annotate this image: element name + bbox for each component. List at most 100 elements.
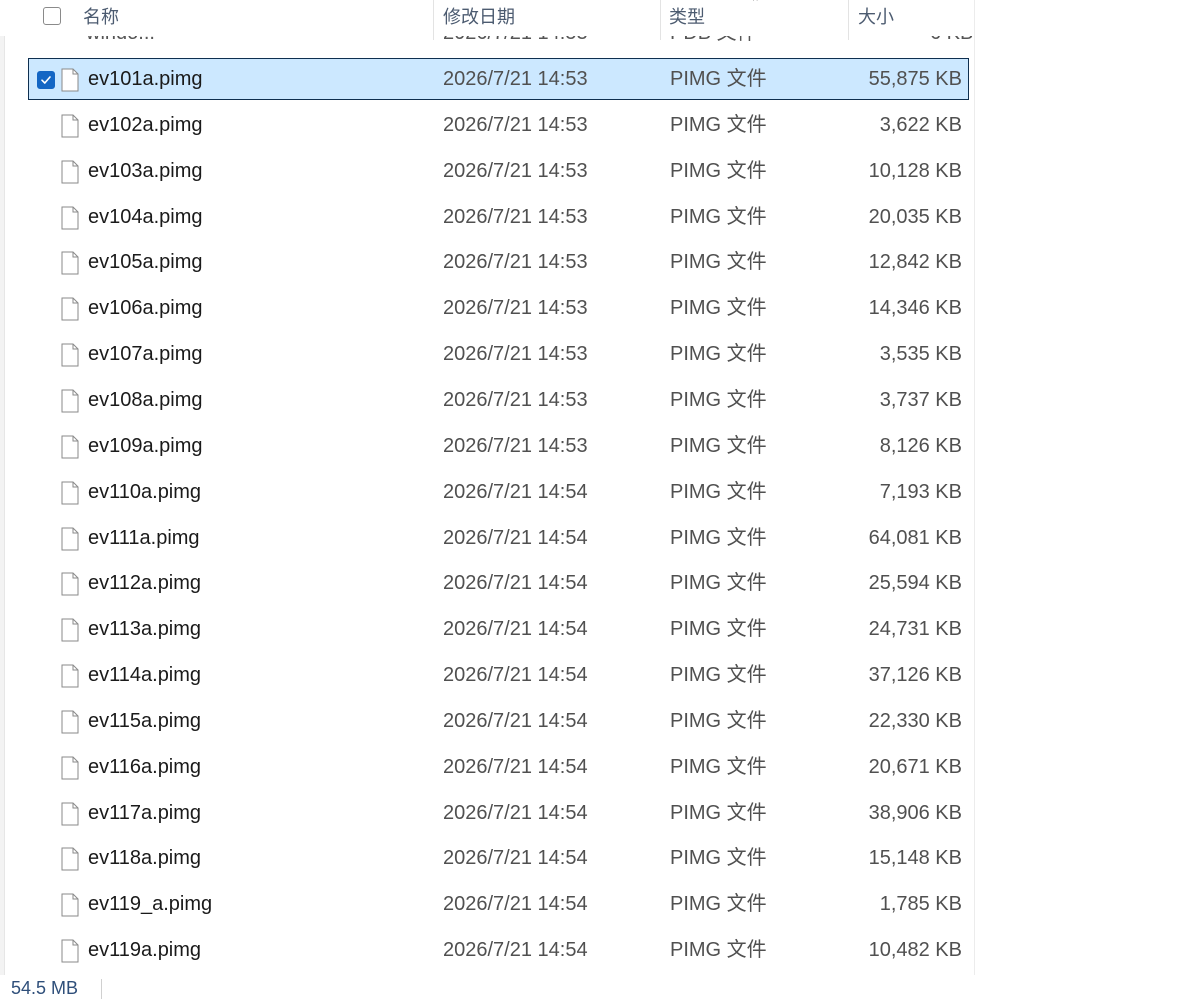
file-name: ev103a.pimg [88,159,203,182]
file-modified-date: 2026/7/21 14:53 [443,113,588,136]
file-row[interactable]: ev112a.pimg 2026/7/21 14:54 PIMG 文件 25,5… [28,562,969,604]
file-modified-date: 2026/7/21 14:53 [443,205,588,228]
file-row[interactable]: ev103a.pimg 2026/7/21 14:53 PIMG 文件 10,1… [28,150,969,192]
file-type: PIMG 文件 [670,755,767,778]
file-size: 8,126 KB [879,434,962,457]
file-row[interactable]: ev114a.pimg 2026/7/21 14:54 PIMG 文件 37,1… [28,654,969,696]
file-type: PIMG 文件 [670,847,767,870]
file-explorer-details-view: windo... 2026/7/21 14:53 PDB 文件 6 KB 名称 … [0,0,1192,999]
checkmark-icon [41,76,51,84]
file-row[interactable]: ev102a.pimg 2026/7/21 14:53 PIMG 文件 3,62… [28,104,969,146]
file-name: ev113a.pimg [88,618,202,641]
column-header-type[interactable]: 类型 [669,0,705,36]
file-icon [61,297,79,321]
file-size: 10,482 KB [868,939,962,962]
file-type: PIMG 文件 [670,526,767,549]
file-row[interactable]: ev109a.pimg 2026/7/21 14:53 PIMG 文件 8,12… [28,425,969,467]
file-size: 22,330 KB [868,709,962,732]
file-size: 14,346 KB [868,297,962,320]
file-name: ev118a.pimg [88,847,202,870]
file-row[interactable]: ev108a.pimg 2026/7/21 14:53 PIMG 文件 3,73… [28,379,969,421]
file-type: PIMG 文件 [670,388,767,411]
file-modified-date: 2026/7/21 14:53 [443,159,588,182]
file-type: PIMG 文件 [670,801,767,824]
file-row[interactable]: ev118a.pimg 2026/7/21 14:54 PIMG 文件 15,1… [28,837,969,879]
file-modified-date: 2026/7/21 14:53 [443,388,588,411]
file-modified-date: 2026/7/21 14:54 [443,801,588,824]
file-modified-date: 2026/7/21 14:54 [443,893,588,916]
file-row[interactable]: ev111a.pimg 2026/7/21 14:54 PIMG 文件 64,0… [28,517,969,559]
column-header-date[interactable]: 修改日期 [443,0,515,36]
file-type: PIMG 文件 [670,664,767,687]
file-type: PIMG 文件 [670,434,767,457]
file-type: PIMG 文件 [670,572,767,595]
file-icon [61,343,79,367]
navigation-pane-edge [0,0,5,975]
file-icon [61,481,79,505]
file-size: 7,193 KB [879,480,962,503]
file-icon [61,114,79,138]
column-header-bar: 名称 修改日期 类型 ^ 大小 [0,0,976,975]
file-modified-date: 2026/7/21 14:54 [443,939,588,962]
file-size: 20,671 KB [868,755,962,778]
file-row[interactable]: ev105a.pimg 2026/7/21 14:53 PIMG 文件 12,8… [28,241,969,283]
file-size: 3,535 KB [879,343,962,366]
file-type: PIMG 文件 [670,343,767,366]
file-modified-date: 2026/7/21 14:53 [443,251,588,274]
column-header-name[interactable]: 名称 [83,0,119,36]
file-modified-date: 2026/7/21 14:54 [443,847,588,870]
file-icon [61,664,79,688]
file-modified-date: 2026/7/21 14:54 [443,572,588,595]
file-row[interactable]: ev119a.pimg 2026/7/21 14:54 PIMG 文件 10,4… [28,929,969,971]
file-icon [61,251,79,275]
file-modified-date: 2026/7/21 14:54 [443,526,588,549]
select-all-checkbox[interactable] [43,7,61,25]
file-name: ev115a.pimg [88,709,202,732]
file-icon [61,893,79,917]
file-icon [61,618,79,642]
file-modified-date: 2026/7/21 14:54 [443,755,588,778]
file-size: 38,906 KB [868,801,962,824]
file-row[interactable]: ev110a.pimg 2026/7/21 14:54 PIMG 文件 7,19… [28,471,969,513]
file-type: PIMG 文件 [670,205,767,228]
file-icon [61,710,79,734]
file-name: ev102a.pimg [88,113,203,136]
file-type: PIMG 文件 [670,297,767,320]
file-name: ev101a.pimg [88,68,203,90]
row-checkbox[interactable] [37,71,55,89]
column-divider[interactable] [848,0,849,40]
file-size: 20,035 KB [868,205,962,228]
file-row[interactable]: ev119_a.pimg 2026/7/21 14:54 PIMG 文件 1,7… [28,883,969,925]
file-row[interactable]: ev107a.pimg 2026/7/21 14:53 PIMG 文件 3,53… [28,333,969,375]
file-row[interactable]: ev101a.pimg 2026/7/21 14:53 PIMG 文件 55,8… [28,58,969,100]
file-row[interactable]: ev116a.pimg 2026/7/21 14:54 PIMG 文件 20,6… [28,746,969,788]
file-name: ev114a.pimg [88,664,202,687]
file-row[interactable]: ev104a.pimg 2026/7/21 14:53 PIMG 文件 20,0… [28,196,969,238]
status-divider [101,979,102,999]
file-modified-date: 2026/7/21 14:53 [443,297,588,320]
file-type: PIMG 文件 [670,159,767,182]
file-row[interactable]: ev117a.pimg 2026/7/21 14:54 PIMG 文件 38,9… [28,792,969,834]
column-divider[interactable] [660,0,661,40]
file-type: PIMG 文件 [670,939,767,962]
file-name: ev116a.pimg [88,755,202,778]
file-type: PIMG 文件 [670,480,767,503]
file-size: 12,842 KB [868,251,962,274]
file-icon [61,160,79,184]
file-type: PIMG 文件 [670,251,767,274]
file-row[interactable]: ev106a.pimg 2026/7/21 14:53 PIMG 文件 14,3… [28,287,969,329]
file-icon [61,939,79,963]
file-icon [61,527,79,550]
file-row[interactable]: ev115a.pimg 2026/7/21 14:54 PIMG 文件 22,3… [28,700,969,742]
file-name: ev110a.pimg [88,480,202,503]
column-header-size[interactable]: 大小 [858,0,894,36]
selection-size: 54.5 MB [11,978,79,998]
file-name: ev111a.pimg [88,526,200,549]
file-modified-date: 2026/7/21 14:54 [443,709,588,732]
file-name: ev105a.pimg [88,251,203,274]
file-row[interactable]: ev113a.pimg 2026/7/21 14:54 PIMG 文件 24,7… [28,608,969,650]
sort-chevron-up-icon: ^ [753,0,758,7]
column-divider[interactable] [433,0,434,40]
file-icon [61,435,79,459]
file-type: PIMG 文件 [670,893,767,916]
